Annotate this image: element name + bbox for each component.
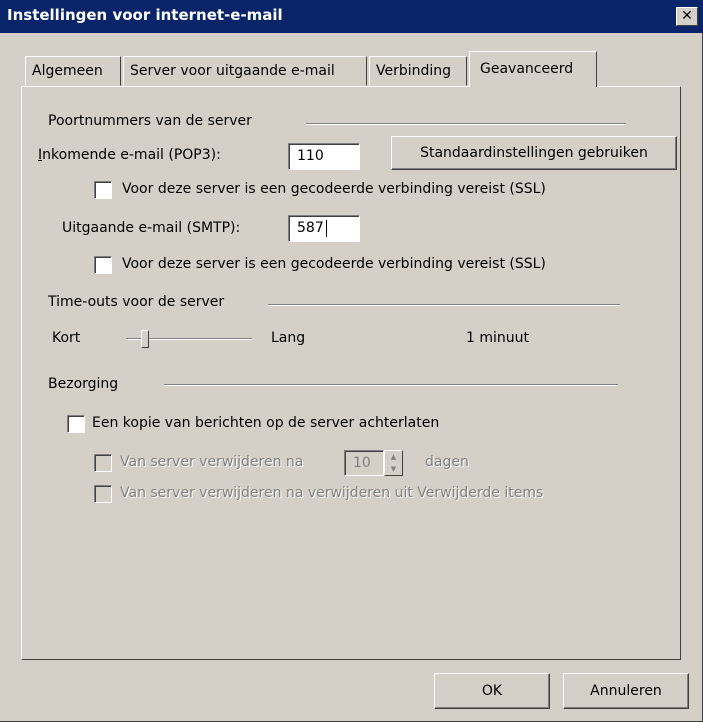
tab-label: Algemeen bbox=[32, 63, 103, 79]
outgoing-ssl-label: Voor deze server is een gecodeerde verbi… bbox=[122, 256, 546, 272]
tab-label: Geavanceerd bbox=[480, 61, 574, 77]
leave-copy-label: Een kopie van berichten op de server ach… bbox=[92, 415, 440, 431]
ok-button-label: OK bbox=[481, 683, 503, 699]
use-defaults-button[interactable]: Standaardinstellingen gebruiken bbox=[391, 136, 677, 170]
tab-server-uitgaande-email[interactable]: Server voor uitgaande e-mail bbox=[123, 56, 367, 86]
timeouts-section-title: Time-outs voor de server bbox=[48, 294, 225, 310]
use-defaults-button-label: Standaardinstellingen gebruiken bbox=[420, 145, 648, 161]
tab-algemeen[interactable]: Algemeen bbox=[25, 56, 121, 86]
remove-deleted-label: Van server verwijderen na verwijderen ui… bbox=[120, 485, 544, 501]
timeout-long-label: Lang bbox=[271, 330, 306, 346]
leave-copy-checkbox[interactable] bbox=[67, 415, 85, 433]
tab-panel-geavanceerd: Poortnummers van de server Inkomende e-m… bbox=[21, 86, 681, 660]
remove-after-label: Van server verwijderen na bbox=[120, 454, 304, 470]
delivery-section-title: Bezorging bbox=[48, 376, 119, 392]
tab-verbinding[interactable]: Verbinding bbox=[369, 56, 467, 86]
remove-after-checkbox[interactable] bbox=[94, 454, 112, 472]
dialog-window: Instellingen voor internet-e-mail ✕ Alge… bbox=[0, 0, 703, 722]
spin-down-icon[interactable]: ▼ bbox=[385, 463, 402, 475]
timeout-value: 1 minuut bbox=[466, 330, 529, 346]
remove-after-unit: dagen bbox=[425, 454, 469, 470]
cancel-button[interactable]: Annuleren bbox=[563, 673, 689, 709]
tab-geavanceerd[interactable]: Geavanceerd bbox=[469, 51, 597, 87]
ports-section-title: Poortnummers van de server bbox=[48, 113, 252, 129]
incoming-ssl-checkbox[interactable] bbox=[94, 181, 112, 199]
close-icon: ✕ bbox=[681, 8, 693, 24]
incoming-port-label-rest: nkomende e-mail (POP3): bbox=[42, 147, 221, 163]
remove-after-days-input[interactable]: 10 bbox=[344, 450, 384, 476]
timeout-short-label: Kort bbox=[52, 330, 81, 346]
timeout-slider-thumb[interactable] bbox=[140, 330, 149, 348]
incoming-ssl-label: Voor deze server is een gecodeerde verbi… bbox=[122, 181, 546, 197]
outgoing-port-input[interactable]: 587 bbox=[288, 215, 360, 242]
outgoing-ssl-checkbox[interactable] bbox=[94, 256, 112, 274]
close-button[interactable]: ✕ bbox=[676, 7, 698, 26]
cancel-button-label: Annuleren bbox=[590, 683, 662, 699]
text-caret bbox=[326, 220, 327, 237]
incoming-port-input[interactable]: 110 bbox=[288, 143, 360, 170]
delivery-separator bbox=[164, 384, 618, 386]
ok-button[interactable]: OK bbox=[434, 673, 550, 709]
tab-label: Server voor uitgaande e-mail bbox=[130, 63, 335, 79]
title-bar[interactable]: Instellingen voor internet-e-mail ✕ bbox=[0, 0, 703, 33]
spin-up-icon[interactable]: ▲ bbox=[385, 451, 402, 463]
incoming-port-label: Inkomende e-mail (POP3): bbox=[38, 147, 221, 163]
window-title: Instellingen voor internet-e-mail bbox=[7, 6, 283, 24]
days-spinner[interactable]: ▲ ▼ bbox=[384, 450, 403, 476]
remove-deleted-checkbox[interactable] bbox=[94, 485, 112, 503]
tab-label: Verbinding bbox=[376, 63, 452, 79]
ports-separator bbox=[306, 123, 626, 125]
outgoing-port-label: Uitgaande e-mail (SMTP): bbox=[62, 220, 241, 236]
timeouts-separator bbox=[268, 304, 620, 306]
